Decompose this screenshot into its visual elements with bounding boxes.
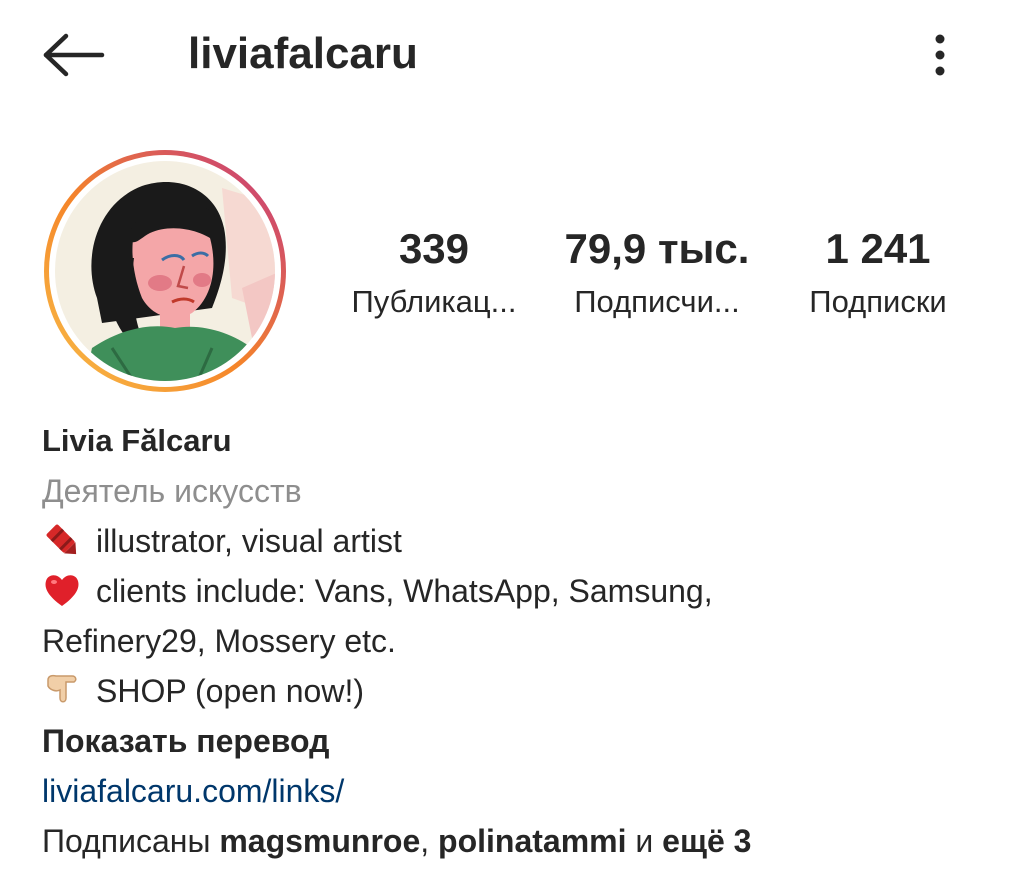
bio-text-clients: clients include: Vans, WhatsApp, Samsung… [96, 573, 713, 609]
profile-username: liviafalcaru [188, 29, 418, 78]
show-translation-link[interactable]: Показать перевод [42, 716, 1002, 766]
followers-count: 79,9 тыс. [564, 225, 750, 272]
posts-label: Публикац... [351, 284, 517, 319]
profile-category: Деятель искусств [42, 473, 302, 509]
profile-bio: Livia Fălcaru Деятель искусств illustrat… [42, 416, 1002, 866]
crayon-emoji-icon [42, 520, 82, 560]
following-stat[interactable]: 1 241 Подписки [780, 224, 976, 322]
bio-line-clients-cont: Refinery29, Mossery etc. [42, 623, 396, 659]
bio-text-illustrator: illustrator, visual artist [96, 523, 402, 559]
avatar[interactable] [42, 148, 288, 394]
posts-count: 339 [398, 225, 470, 272]
followed-by-prefix: Подписаны [42, 823, 211, 859]
more-vertical-icon [935, 34, 945, 76]
profile-page: liviafalcaru 339 Публикац... 79,9 тыс. П… [0, 0, 1024, 880]
followed-by[interactable]: Подписаны magsmunroe, polinatammi и ещё … [42, 816, 1002, 866]
bio-line-illustrator: illustrator, visual artist [42, 516, 1002, 566]
followed-and: и [635, 823, 654, 859]
bio-text-shop: SHOP (open now!) [96, 673, 364, 709]
profile-website-link[interactable]: liviafalcaru.com/links/ [42, 766, 1002, 816]
bio-line-clients: clients include: Vans, WhatsApp, Samsung… [42, 566, 1002, 616]
bio-line-shop: SHOP (open now!) [42, 666, 1002, 716]
followed-separator: , [420, 823, 430, 859]
followed-more[interactable]: ещё 3 [662, 823, 751, 859]
following-label: Подписки [809, 284, 947, 319]
pointing-down-emoji-icon [42, 670, 82, 710]
followed-user-2[interactable]: polinatammi [438, 823, 626, 859]
more-options-button[interactable] [918, 30, 962, 80]
posts-stat[interactable]: 339 Публикац... [334, 224, 534, 322]
top-bar: liviafalcaru [0, 0, 1024, 110]
arrow-left-icon [43, 33, 105, 77]
back-button[interactable] [40, 30, 106, 80]
followers-stat[interactable]: 79,9 тыс. Подписчи... [548, 224, 766, 322]
followed-user-1[interactable]: magsmunroe [219, 823, 420, 859]
profile-display-name: Livia Fălcaru [42, 423, 232, 458]
following-count: 1 241 [825, 225, 931, 272]
followers-label: Подписчи... [574, 284, 740, 319]
red-heart-emoji-icon [42, 570, 82, 610]
